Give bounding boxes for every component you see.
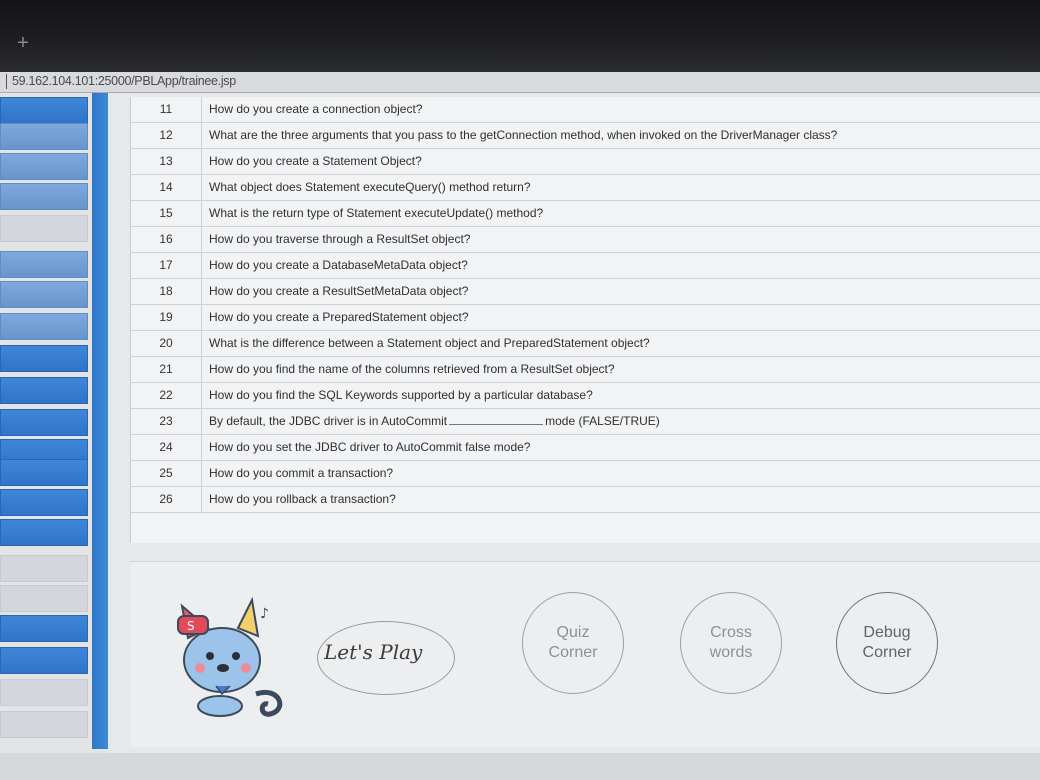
question-number: 14: [131, 175, 202, 200]
question-text: What are the three arguments that you pa…: [209, 128, 838, 142]
sidebar-item[interactable]: [0, 345, 88, 372]
sidebar-item[interactable]: [0, 615, 88, 642]
games-panel: S ♪ Let's Play Quiz Corner Cross words D…: [130, 561, 1040, 747]
question-number: 21: [131, 357, 202, 382]
question-number: 22: [131, 383, 202, 408]
sidebar-item[interactable]: [0, 711, 88, 738]
question-number: 13: [131, 149, 202, 174]
table-row: 16 How do you traverse through a ResultS…: [131, 227, 1040, 253]
debug-corner-label-2: Corner: [862, 644, 912, 661]
sidebar-item[interactable]: [0, 585, 88, 612]
question-number: 26: [131, 487, 202, 512]
cat-mascot-icon: S ♪: [177, 596, 283, 717]
question-number: 25: [131, 461, 202, 486]
table-row: 18 How do you create a ResultSetMetaData…: [131, 279, 1040, 305]
question-text: How do you rollback a transaction?: [209, 492, 396, 506]
question-text: How do you create a connection object?: [209, 102, 423, 116]
sidebar-item[interactable]: [0, 251, 88, 278]
table-row: 20 What is the difference between a Stat…: [131, 331, 1040, 357]
question-text: How do you create a Statement Object?: [209, 154, 422, 168]
question-text: What is the difference between a Stateme…: [209, 336, 650, 350]
question-text-after: mode (FALSE/TRUE): [545, 414, 660, 428]
table-row: 11 How do you create a connection object…: [131, 97, 1040, 123]
question-text: How do you set the JDBC driver to AutoCo…: [209, 440, 531, 454]
sidebar-item[interactable]: [0, 215, 88, 242]
sidebar-item[interactable]: [0, 183, 88, 210]
question-text: How do you create a DatabaseMetaData obj…: [209, 258, 468, 272]
table-row: 21 How do you find the name of the colum…: [131, 357, 1040, 383]
question-number: 17: [131, 253, 202, 278]
question-text-before: By default, the JDBC driver is in AutoCo…: [209, 414, 448, 428]
debug-corner-label-1: Debug: [863, 624, 911, 641]
crosswords-label-2: words: [709, 644, 753, 661]
new-tab-button[interactable]: +: [14, 33, 32, 53]
table-row: 25 How do you commit a transaction?: [131, 461, 1040, 487]
question-number: 11: [131, 97, 202, 122]
question-text: How do you traverse through a ResultSet …: [209, 232, 471, 246]
table-row: 23 By default, the JDBC driver is in Aut…: [131, 409, 1040, 435]
table-row: 13 How do you create a Statement Object?: [131, 149, 1040, 175]
debug-corner-button[interactable]: Debug Corner: [836, 592, 938, 694]
page-content: 11 How do you create a connection object…: [0, 93, 1040, 780]
page-footer: [0, 753, 1040, 780]
sidebar-item[interactable]: [0, 459, 88, 486]
sidebar-item[interactable]: [0, 281, 88, 308]
sidebar-item[interactable]: [0, 519, 88, 546]
question-text: How do you create a PreparedStatement ob…: [209, 310, 469, 324]
fill-in-blank: [449, 413, 544, 425]
quiz-corner-label-2: Corner: [548, 644, 598, 661]
url-text[interactable]: 59.162.104.101:25000/PBLApp/trainee.jsp: [12, 74, 236, 88]
question-text: How do you commit a transaction?: [209, 466, 394, 480]
sidebar-item[interactable]: [0, 153, 88, 180]
question-number: 24: [131, 435, 202, 460]
sidebar-item[interactable]: [0, 97, 88, 124]
sidebar-item[interactable]: [0, 123, 88, 150]
question-number: 23: [131, 409, 202, 434]
sidebar-item[interactable]: [0, 377, 88, 404]
table-row: 17 How do you create a DatabaseMetaData …: [131, 253, 1040, 279]
quiz-corner-label-1: Quiz: [556, 624, 590, 641]
sidebar-item[interactable]: [0, 409, 88, 436]
quiz-corner-button[interactable]: Quiz Corner: [522, 592, 624, 694]
browser-tab-strip: +: [0, 0, 1040, 72]
table-row: 14 What object does Statement executeQue…: [131, 175, 1040, 201]
sidebar-item[interactable]: [0, 647, 88, 674]
question-text: How do you find the SQL Keywords support…: [209, 388, 593, 402]
sidebar-item[interactable]: [0, 489, 88, 516]
text-cursor: [6, 74, 7, 89]
table-row: 12 What are the three arguments that you…: [131, 123, 1040, 149]
question-number: 15: [131, 201, 202, 226]
question-text: How do you find the name of the columns …: [209, 362, 615, 376]
table-row: 15 What is the return type of Statement …: [131, 201, 1040, 227]
crosswords-button[interactable]: Cross words: [680, 592, 782, 694]
sidebar: [0, 93, 108, 753]
sidebar-accent-bar: [92, 93, 108, 749]
svg-text:♪: ♪: [260, 606, 269, 622]
question-number: 16: [131, 227, 202, 252]
table-row: 22 How do you find the SQL Keywords supp…: [131, 383, 1040, 409]
question-text: By default, the JDBC driver is in AutoCo…: [209, 409, 660, 434]
question-number: 19: [131, 305, 202, 330]
question-number: 20: [131, 331, 202, 356]
sidebar-item[interactable]: [0, 555, 88, 582]
question-text: What is the return type of Statement exe…: [209, 206, 544, 220]
question-number: 12: [131, 123, 202, 148]
question-text: How do you create a ResultSetMetaData ob…: [209, 284, 469, 298]
question-number: 18: [131, 279, 202, 304]
address-bar[interactable]: 59.162.104.101:25000/PBLApp/trainee.jsp: [0, 72, 1040, 93]
questions-table: 11 How do you create a connection object…: [130, 97, 1040, 543]
table-row: 19 How do you create a PreparedStatement…: [131, 305, 1040, 331]
sidebar-item[interactable]: [0, 679, 88, 706]
lets-play-label: Let's Play: [324, 640, 423, 664]
question-text: What object does Statement executeQuery(…: [209, 180, 531, 194]
sidebar-item[interactable]: [0, 313, 88, 340]
svg-text:S: S: [187, 619, 195, 633]
table-row: 24 How do you set the JDBC driver to Aut…: [131, 435, 1040, 461]
crosswords-label-1: Cross: [710, 624, 752, 641]
table-row: 26 How do you rollback a transaction?: [131, 487, 1040, 513]
